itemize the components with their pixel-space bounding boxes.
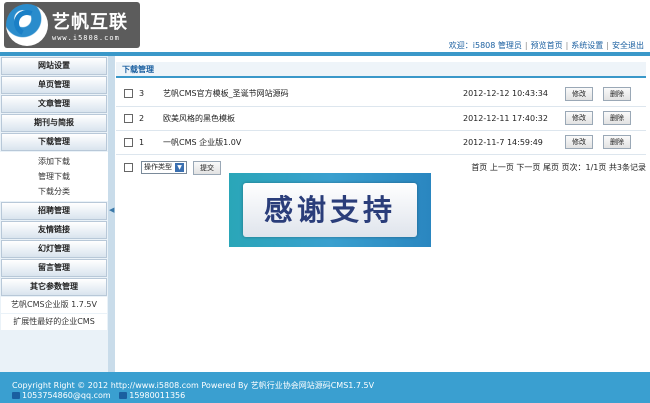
delete-button[interactable]: 删除: [603, 111, 631, 125]
row-id: 3: [133, 82, 163, 107]
banner-text: 感谢支持: [263, 193, 396, 227]
nav-separator: |: [524, 41, 528, 50]
row-checkbox[interactable]: [124, 89, 133, 99]
sidebar-item-downloads[interactable]: 下载管理: [1, 133, 107, 151]
delete-button[interactable]: 删除: [603, 86, 631, 101]
nav-separator: |: [565, 41, 569, 50]
email-icon: [12, 392, 20, 399]
row-date: 2012-12-12 10:43:34: [463, 82, 565, 107]
logout-link[interactable]: 安全退出: [612, 41, 644, 50]
table-row: 1 一帆CMS 企业版1.0V 2012-11-7 14:59:49 修改 删除: [116, 130, 646, 155]
delete-button[interactable]: 删除: [603, 135, 631, 149]
current-user: i5808 管理员: [472, 41, 522, 50]
logo-text: 艺帆互联: [52, 12, 128, 33]
system-settings-link[interactable]: 系统设置: [571, 41, 603, 50]
sidebar-item-articles[interactable]: 文章管理: [1, 95, 107, 113]
action-type-value: 操作类型: [144, 163, 172, 171]
header: 艺帆互联 www.i5808.com 欢迎：i5808 管理员 | 预览首页 | 系统设…: [0, 0, 650, 56]
sidebar-tagline: 扩展性最好的企业CMS: [1, 314, 107, 330]
edit-button[interactable]: 修改: [565, 86, 593, 101]
row-checkbox[interactable]: [124, 113, 133, 123]
sidebar-collapse-bar[interactable]: ◀: [108, 56, 115, 372]
pagination[interactable]: 首页 上一页 下一页 尾页 页次：1/1页 共3条记录: [471, 162, 646, 173]
nav-separator: |: [606, 41, 609, 50]
sidebar-item-slides[interactable]: 幻灯管理: [1, 240, 107, 258]
banner-panel: 感谢支持: [243, 183, 417, 237]
welcome-label: 欢迎：: [448, 41, 473, 50]
sidebar-item-site-settings[interactable]: 网站设置: [1, 57, 107, 75]
row-title[interactable]: 欧美风格的黑色模板: [163, 106, 463, 131]
collapse-arrow-icon: ◀: [109, 206, 115, 214]
copyright-text: Copyright Right © 2012 http://www.i5808.…: [12, 381, 375, 390]
footer: Copyright Right © 2012 http://www.i5808.…: [0, 372, 650, 403]
section-title: 下载管理: [116, 62, 646, 78]
logo[interactable]: 艺帆互联 www.i5808.com: [4, 2, 140, 48]
action-type-select[interactable]: 操作类型 ▼: [141, 161, 187, 174]
row-title[interactable]: 艺帆CMS官方模板_圣诞节网站源码: [163, 82, 463, 107]
sidebar-subitem-download-categories[interactable]: 下载分类: [0, 184, 108, 199]
select-all-checkbox[interactable]: [124, 163, 133, 172]
sidebar-item-links[interactable]: 友情链接: [1, 221, 107, 239]
logo-url: www.i5808.com: [52, 34, 120, 42]
sidebar: 网站设置 单页管理 文章管理 期刊与简报 下载管理 添加下载 管理下载 下载分类…: [0, 56, 108, 372]
sidebar-version-info: 艺帆CMS企业版 1.7.5V: [1, 297, 107, 313]
phone-number: 15980011356: [129, 391, 186, 400]
row-checkbox[interactable]: [124, 137, 133, 147]
top-nav: 欢迎：i5808 管理员 | 预览首页 | 系统设置 | 安全退出: [449, 40, 644, 51]
sidebar-item-journals[interactable]: 期刊与简报: [1, 114, 107, 132]
preview-home-link[interactable]: 预览首页: [531, 41, 563, 50]
row-date: 2012-12-11 17:40:32: [463, 106, 565, 131]
chevron-down-icon: ▼: [175, 162, 184, 172]
sidebar-item-jobs[interactable]: 招聘管理: [1, 202, 107, 220]
sidebar-submenu-downloads: 添加下载 管理下载 下载分类: [0, 152, 108, 201]
sidebar-item-pages[interactable]: 单页管理: [1, 76, 107, 94]
edit-button[interactable]: 修改: [565, 111, 593, 125]
contact-info: 1053754860@qq.com 15980011356: [12, 391, 185, 400]
sidebar-subitem-add-download[interactable]: 添加下载: [0, 154, 108, 169]
edit-button[interactable]: 修改: [565, 135, 593, 149]
row-id: 2: [133, 106, 163, 131]
sidebar-item-messages[interactable]: 留言管理: [1, 259, 107, 277]
phone-icon: [119, 392, 128, 399]
sidebar-subitem-manage-downloads[interactable]: 管理下载: [0, 169, 108, 184]
table-row: 3 艺帆CMS官方模板_圣诞节网站源码 2012-12-12 10:43:34 …: [116, 82, 646, 107]
sidebar-item-other-params[interactable]: 其它参数管理: [1, 278, 107, 296]
downloads-table: 3 艺帆CMS官方模板_圣诞节网站源码 2012-12-12 10:43:34 …: [116, 82, 646, 155]
row-title[interactable]: 一帆CMS 企业版1.0V: [163, 130, 463, 155]
row-date: 2012-11-7 14:59:49: [463, 130, 565, 155]
thanks-banner: 感谢支持: [229, 173, 431, 247]
row-id: 1: [133, 130, 163, 155]
submit-button[interactable]: 提交: [193, 160, 221, 175]
qq-email: 1053754860@qq.com: [22, 391, 111, 400]
table-row: 2 欧美风格的黑色模板 2012-12-11 17:40:32 修改 删除: [116, 106, 646, 131]
